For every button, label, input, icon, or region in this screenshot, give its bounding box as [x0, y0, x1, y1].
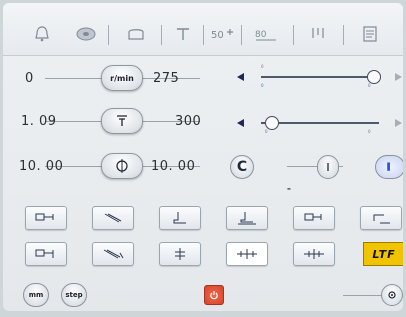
- speed-unit: r/min: [110, 73, 134, 83]
- machine-control-panel: 50 80 0 r/min 275 0 0 0 1. 09 300 0 0 10…: [3, 3, 403, 311]
- corner-icon: [373, 214, 390, 224]
- brand-logo: LTF: [363, 242, 403, 266]
- top-toolbar: 50 80: [3, 3, 403, 56]
- mm-button[interactable]: mm: [23, 283, 49, 307]
- step-button[interactable]: step: [61, 283, 87, 307]
- foot-up-button[interactable]: [159, 206, 201, 230]
- slider-top-left-arrow[interactable]: [237, 73, 244, 81]
- slider-top-thumb[interactable]: [367, 70, 381, 84]
- corner-button[interactable]: [360, 206, 402, 230]
- thread-knob[interactable]: [101, 153, 143, 179]
- foot-down-icon: [238, 212, 256, 225]
- fabric-reverse-icon: [103, 249, 124, 259]
- backtack-button[interactable]: [293, 206, 335, 230]
- svg-text:50: 50: [211, 30, 224, 41]
- power-icon: [210, 291, 218, 300]
- blue-toggle-marker: ▌: [387, 163, 393, 171]
- stitch-forward-icon: [35, 213, 54, 221]
- stitch-count-icon[interactable]: 50: [207, 21, 237, 47]
- backtack-icon: [304, 213, 322, 221]
- needle-position-button[interactable]: [317, 155, 339, 179]
- feed-dog-icon: [117, 115, 127, 126]
- feed-max: 300: [175, 114, 202, 129]
- settings-button[interactable]: [381, 284, 403, 306]
- step-button-label: step: [65, 291, 83, 299]
- slider-top-tick: 0: [261, 64, 264, 69]
- blue-toggle[interactable]: ▌: [375, 155, 403, 179]
- bobbin-counter-icon[interactable]: 80: [251, 21, 281, 47]
- slider-mid-left-arrow[interactable]: [237, 119, 244, 127]
- slider-mid-right-arrow[interactable]: [395, 119, 402, 127]
- reset-button[interactable]: C: [230, 155, 254, 179]
- thread-cut-icon: [175, 248, 185, 260]
- reset-button-label: C: [236, 159, 248, 175]
- bell-icon[interactable]: [27, 21, 57, 47]
- needle-icon[interactable]: [168, 21, 198, 47]
- slider-top-right-arrow[interactable]: [395, 73, 402, 81]
- spool-icon[interactable]: [71, 21, 101, 47]
- fabric-button[interactable]: [92, 206, 134, 230]
- feed-value: 1. 09: [21, 114, 57, 129]
- slider-mid-left-tick: 0: [265, 129, 268, 134]
- fabric-reverse-button[interactable]: [92, 242, 134, 266]
- center-icon: [237, 249, 257, 259]
- tension-icon[interactable]: [303, 21, 333, 47]
- thread-tension-icon: [116, 159, 128, 173]
- svg-text:80: 80: [255, 30, 267, 40]
- slider-mid-thumb[interactable]: [265, 116, 279, 130]
- speed-knob[interactable]: r/min: [101, 65, 143, 91]
- brand-logo-text: LTF: [372, 247, 396, 261]
- stitch-reverse-button[interactable]: [25, 242, 67, 266]
- mirror-button[interactable]: [293, 242, 335, 266]
- small-indicator: ▬: [287, 186, 291, 191]
- speed-value: 0: [25, 71, 34, 86]
- stitch-forward-button[interactable]: [25, 206, 67, 230]
- mirror-icon: [304, 249, 324, 259]
- slider-top-track[interactable]: [261, 76, 379, 78]
- center-button[interactable]: [226, 242, 268, 266]
- gear-icon: [388, 291, 396, 299]
- speed-max: 275: [153, 71, 180, 86]
- document-icon[interactable]: [355, 21, 385, 47]
- slider-top-right-tick: 0: [368, 83, 371, 88]
- foot-down-button[interactable]: [226, 206, 268, 230]
- fabric-icon: [104, 213, 122, 223]
- foot-up-icon: [173, 212, 186, 224]
- feed-knob[interactable]: [101, 108, 143, 134]
- presser-foot-icon[interactable]: [121, 21, 151, 47]
- stitch-reverse-icon: [35, 249, 54, 258]
- thread-right-value: 10. 00: [151, 159, 196, 174]
- thread-cut-button[interactable]: [159, 242, 201, 266]
- power-button[interactable]: [204, 285, 224, 305]
- slider-top-left-tick: 0: [261, 83, 264, 88]
- thread-left-value: 10. 00: [19, 159, 64, 174]
- bottom-scale: [343, 295, 383, 296]
- slider-mid-right-tick: 0: [368, 129, 371, 134]
- mm-button-label: mm: [28, 291, 44, 299]
